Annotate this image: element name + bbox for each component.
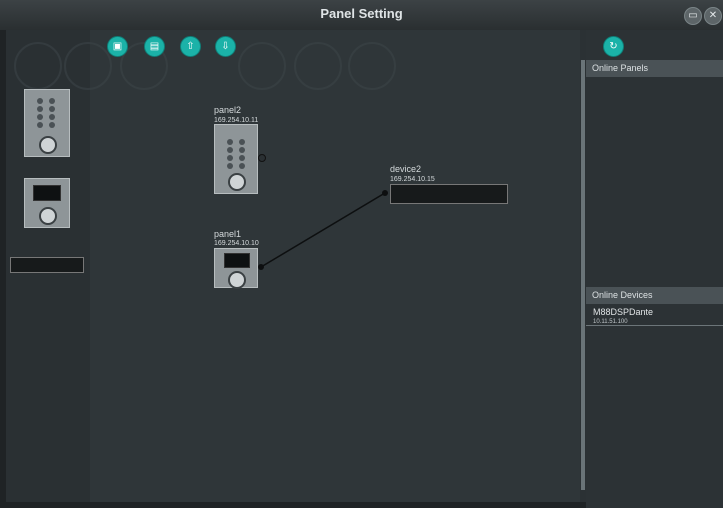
- refresh-icon[interactable]: ↻: [603, 36, 624, 57]
- online-devices-header: Online Devices: [586, 287, 723, 304]
- device-list-item[interactable]: M88DSPDante 10.11.51.100: [586, 305, 723, 326]
- scrollbar-thumb[interactable]: [581, 60, 585, 490]
- online-panels-header: Online Panels: [586, 60, 723, 77]
- device-ip: 10.11.51.100: [593, 319, 628, 325]
- device-name: M88DSPDante: [593, 307, 654, 317]
- online-panels-list[interactable]: [586, 77, 723, 285]
